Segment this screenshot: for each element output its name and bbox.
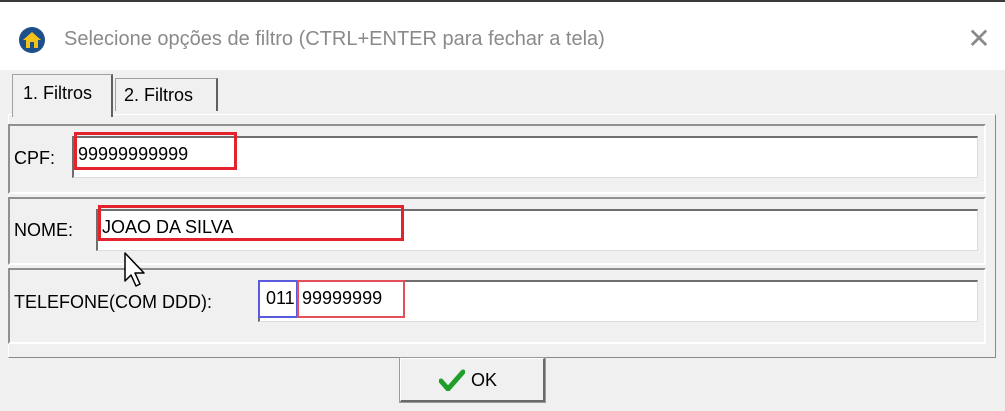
- ok-button[interactable]: OK: [399, 357, 546, 403]
- cpf-highlight: [74, 132, 237, 170]
- title-bar: Selecione opções de filtro (CTRL+ENTER p…: [0, 2, 1005, 70]
- tab-label: 2. Filtros: [124, 85, 194, 105]
- nome-group: NOME: JOAO DA SILVA: [8, 197, 986, 265]
- tab-filtros-1[interactable]: 1. Filtros: [12, 74, 113, 117]
- cpf-label: CPF:: [14, 148, 56, 168]
- tab-label: 1. Filtros: [23, 83, 93, 103]
- check-icon: [438, 369, 466, 392]
- nome-label: NOME:: [14, 220, 74, 240]
- ok-label: OK: [471, 370, 498, 390]
- ddd-highlight: [258, 280, 298, 318]
- number-highlight: [297, 280, 405, 318]
- telefone-label: TELEFONE(COM DDD):: [14, 292, 212, 312]
- telefone-group: TELEFONE(COM DDD): 011 99999999: [8, 268, 986, 344]
- dialog-body: 1. Filtros 2. Filtros CPF: 99999999999 N…: [0, 70, 1005, 411]
- cpf-group: CPF: 99999999999: [8, 124, 986, 194]
- mouse-cursor-icon: [123, 251, 149, 289]
- close-icon[interactable]: ✕: [964, 24, 994, 54]
- tab-filtros-2[interactable]: 2. Filtros: [115, 78, 218, 111]
- window-title: Selecione opções de filtro (CTRL+ENTER p…: [64, 28, 605, 50]
- nome-highlight: [98, 205, 404, 241]
- app-icon: [18, 26, 46, 54]
